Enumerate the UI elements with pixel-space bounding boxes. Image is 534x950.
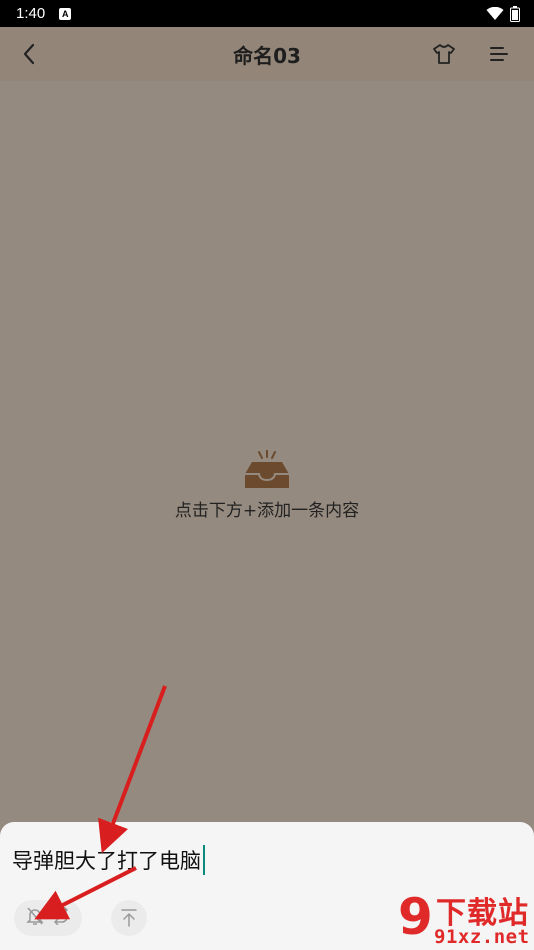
repeat-icon: [53, 906, 68, 926]
status-time: 1:40: [16, 5, 46, 22]
text-cursor: [203, 845, 205, 875]
page-title: 命名03: [233, 43, 301, 68]
scroll-to-top-icon: [121, 909, 137, 927]
reminder-button[interactable]: [25, 906, 44, 930]
site-watermark: 9 下载站 91xz.net: [398, 886, 534, 950]
annotation-arrow-input: [98, 685, 167, 854]
back-icon: [23, 43, 35, 65]
menu-icon: [490, 47, 508, 61]
reminder-repeat-group: [14, 900, 82, 936]
reminder-off-icon: [25, 907, 44, 925]
empty-state-text: 点击下方+添加一条内容: [174, 501, 360, 521]
svg-text:9: 9: [398, 888, 433, 946]
note-input[interactable]: 导弹胆大了打了电脑: [12, 843, 205, 877]
watermark-url: 91xz.net: [434, 926, 530, 948]
empty-inbox-icon: [245, 450, 289, 488]
app-notification-icon: A: [59, 7, 72, 20]
theme-button[interactable]: [431, 41, 457, 67]
status-bar: 1:40 A: [0, 0, 534, 27]
battery-icon: [510, 5, 520, 22]
top-app-bar: 命名03: [0, 27, 534, 81]
theme-shirt-icon: [433, 44, 455, 64]
menu-button[interactable]: [486, 41, 512, 67]
scroll-to-top-button[interactable]: [111, 900, 147, 936]
watermark-logo-icon: 9: [398, 888, 433, 946]
wifi-icon: [486, 6, 504, 20]
note-input-text: 导弹胆大了打了电脑: [12, 849, 201, 873]
repeat-button[interactable]: [51, 906, 71, 929]
empty-state: 点击下方+添加一条内容: [0, 450, 534, 521]
back-button[interactable]: [16, 41, 42, 67]
